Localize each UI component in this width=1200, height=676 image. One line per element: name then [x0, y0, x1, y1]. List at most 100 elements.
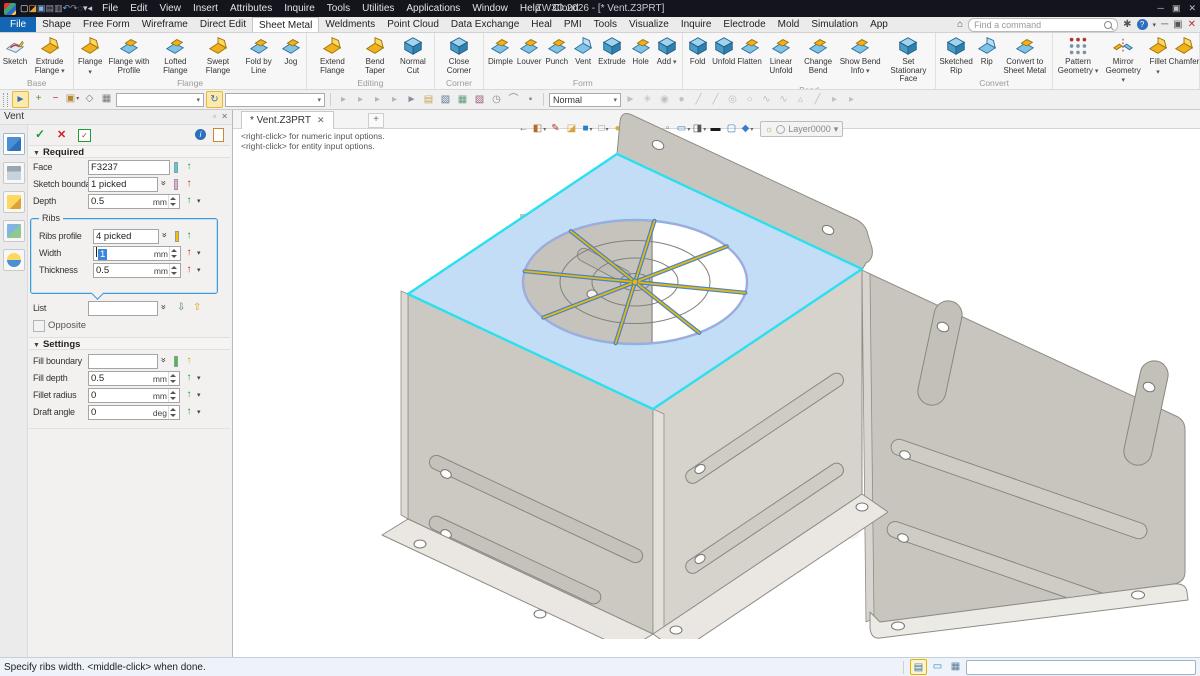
ribbon-restore-icon[interactable]: ▣ — [1173, 19, 1182, 30]
tool-hole[interactable]: Hole — [628, 34, 654, 68]
menu-utilities[interactable]: Utilities — [356, 3, 400, 14]
menu-insert[interactable]: Insert — [187, 3, 224, 14]
face-regen-icon[interactable]: ↑ — [183, 161, 195, 172]
line2-icon[interactable]: ╱ — [708, 92, 723, 107]
tab-mold[interactable]: Mold — [772, 17, 806, 32]
assembly-manager-tab[interactable] — [3, 162, 25, 184]
menu-edit[interactable]: Edit — [124, 3, 153, 14]
curve2-icon[interactable]: ∿ — [776, 92, 791, 107]
menu-cloud[interactable]: Cloud — [546, 3, 584, 14]
menu-applications[interactable]: Applications — [400, 3, 466, 14]
input-panel-icon[interactable]: ▦ — [948, 659, 963, 673]
menu-tools[interactable]: Tools — [321, 3, 356, 14]
filter-refresh-icon[interactable]: ↻ — [206, 91, 223, 108]
tool-sketch[interactable]: Sketch — [2, 34, 28, 68]
collapse-icon[interactable]: ◂ — [88, 3, 93, 13]
manager-tab[interactable] — [3, 133, 25, 155]
settings-gear-icon[interactable]: ✱ — [1123, 19, 1131, 30]
sketch-boundary-regen-icon[interactable]: ↑ — [183, 178, 195, 189]
panel-close-icon[interactable]: ✕ — [221, 112, 228, 121]
tool-fold[interactable]: Fold — [685, 34, 711, 68]
part-filter-combo[interactable]: ▾ — [225, 93, 325, 107]
tab-free-form[interactable]: Free Form — [77, 17, 136, 32]
tool-swept-flange[interactable]: Swept Flange — [197, 34, 240, 76]
ribs-thickness-spinner[interactable] — [169, 264, 178, 277]
draft-angle-dropdown-icon[interactable]: ▾ — [197, 408, 201, 416]
depth-spinner[interactable] — [168, 195, 177, 208]
depth-regen-icon[interactable]: ↑ — [183, 195, 195, 206]
list-input[interactable] — [88, 301, 158, 316]
panel-float-icon[interactable]: ▫ — [213, 112, 216, 121]
document-close-icon[interactable]: ✕ — [1188, 19, 1196, 30]
record-icon[interactable]: ▨ — [472, 92, 487, 107]
curve-icon[interactable]: ∿ — [759, 92, 774, 107]
sketch-boundary-input[interactable]: 1 picked — [88, 177, 158, 192]
tool-linear-unfold[interactable]: Linear Unfold — [763, 34, 800, 76]
role-tab[interactable] — [3, 249, 25, 271]
tab-app[interactable]: App — [864, 17, 894, 32]
pick-cursor-icon[interactable]: ► — [12, 91, 29, 108]
save-icon[interactable]: ▣ — [37, 3, 46, 13]
tool-show-bend-info[interactable]: Show Bend Info ▾ — [837, 34, 884, 77]
ghost-cursor-icon[interactable]: ► — [623, 92, 638, 107]
print-preview-icon[interactable]: ▥ — [54, 3, 63, 13]
menu-file[interactable]: File — [96, 3, 124, 14]
tool-mirror-geometry[interactable]: Mirror Geometry ▾ — [1101, 34, 1145, 87]
list-save-icon[interactable]: ⇩ — [177, 302, 185, 313]
menu-window[interactable]: Window — [466, 3, 514, 14]
tool-normal-cut[interactable]: Normal Cut — [394, 34, 432, 76]
center-snap-icon[interactable]: ◉ — [657, 92, 672, 107]
toolbar-drag-handle[interactable] — [3, 93, 8, 107]
tab-data-exchange[interactable]: Data Exchange — [445, 17, 525, 32]
circle-icon[interactable]: ◎ — [725, 92, 740, 107]
pick-add-icon[interactable]: + — [31, 91, 46, 106]
tab-visualize[interactable]: Visualize — [623, 17, 675, 32]
window-minimize-icon[interactable]: ─ — [1158, 3, 1164, 14]
align-top-icon[interactable]: ▸ — [387, 92, 402, 107]
pick-last-icon[interactable]: ▣▾ — [65, 91, 80, 106]
list-load-icon[interactable]: ⇧ — [193, 302, 201, 313]
tool-dimple[interactable]: Dimple — [486, 34, 515, 68]
align-left-icon[interactable]: ▸ — [336, 92, 351, 107]
fill-boundary-input[interactable] — [88, 354, 158, 369]
tool-fillet[interactable]: Fillet ▾ — [1145, 34, 1171, 78]
redo-icon[interactable]: ↷ — [70, 3, 78, 13]
ribs-profile-input[interactable]: 4 picked — [93, 229, 159, 244]
fill-depth-regen-icon[interactable]: ↑ — [183, 372, 195, 383]
tool-extrude-flange[interactable]: Extrude Flange ▾ — [28, 34, 71, 77]
stop-icon[interactable]: ▪ — [523, 92, 538, 107]
section-required[interactable]: ▼Required — [29, 145, 230, 158]
menu-view[interactable]: View — [153, 3, 187, 14]
tool-bend-taper[interactable]: Bend Taper — [356, 34, 394, 76]
tool-sketched-rip[interactable]: Sketched Rip — [938, 34, 973, 76]
fillet-radius-input[interactable]: 0 mm — [88, 388, 180, 403]
export-icon[interactable]: ▧ — [438, 92, 453, 107]
info-icon[interactable]: i — [195, 129, 206, 140]
opposite-checkbox[interactable] — [33, 320, 45, 332]
status-input[interactable] — [966, 660, 1196, 675]
fill-depth-input[interactable]: 0.5 mm — [88, 371, 180, 386]
fill-boundary-regen-icon[interactable]: ↑ — [183, 355, 195, 366]
capture-icon[interactable]: ▦ — [455, 92, 470, 107]
depth-input[interactable]: 0.5 mm — [88, 194, 180, 209]
new-file-icon[interactable]: ▢ — [20, 3, 29, 13]
tab-file[interactable]: File — [0, 17, 36, 32]
tool-close-corner[interactable]: Close Corner — [437, 34, 481, 76]
ribs-profile-regen-icon[interactable]: ↑ — [183, 230, 195, 241]
face-input[interactable]: F3237 — [88, 160, 170, 175]
draft-angle-spinner[interactable] — [168, 406, 177, 419]
scatter-icon[interactable]: ● — [674, 92, 689, 107]
ribs-width-spinner[interactable] — [169, 247, 178, 260]
draft-angle-regen-icon[interactable]: ↑ — [183, 406, 195, 417]
section-settings[interactable]: ▼Settings — [29, 337, 230, 350]
tool-flatten[interactable]: Flatten — [737, 34, 763, 68]
ribs-width-dropdown-icon[interactable]: ▾ — [197, 249, 201, 257]
ribs-thickness-regen-icon[interactable]: ↑ — [183, 264, 195, 275]
fill-boundary-chevron-icon[interactable]: » — [159, 355, 169, 365]
viewport-canvas[interactable] — [233, 110, 1200, 639]
tab-wireframe[interactable]: Wireframe — [136, 17, 194, 32]
tool-convert-to-sheet-metal[interactable]: Convert to Sheet Metal — [1000, 34, 1050, 76]
notes-icon[interactable]: ▤ — [421, 92, 436, 107]
tab-weldments[interactable]: Weldments — [319, 17, 381, 32]
tool-fold-by-line[interactable]: Fold by Line — [239, 34, 277, 76]
